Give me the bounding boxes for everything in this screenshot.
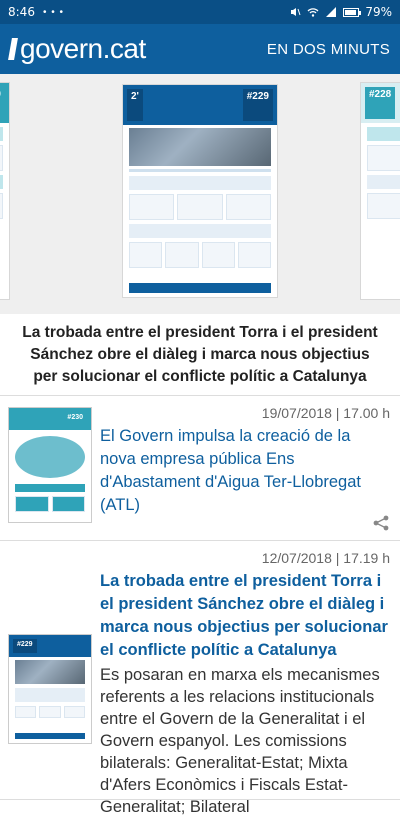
logo-dot: . [102, 33, 111, 64]
news-date: 12/07/2018 | 17.19 h [261, 550, 390, 566]
news-item[interactable]: 12/07/2018 | 17.19 h La trobada entre el… [0, 542, 400, 816]
logo-mark [8, 38, 18, 60]
infographic-photo [129, 128, 271, 166]
battery-icon [343, 7, 362, 17]
logo-text-tld: cat [109, 33, 146, 64]
news-title[interactable]: El Govern impulsa la creació de la nova … [100, 425, 388, 517]
slide-number: #228 [365, 87, 396, 119]
slide-number: #229 [242, 89, 273, 121]
app-bar: govern. cat EN DOS MINUTS [0, 24, 400, 74]
news-thumbnail[interactable]: #230 [8, 407, 92, 523]
carousel-caption-text: La trobada entre el president Torra i el… [22, 323, 378, 385]
logo-text-main: govern [20, 33, 103, 64]
carousel-slide-next[interactable]: #228 [360, 82, 400, 300]
status-icons: 79% [289, 5, 392, 19]
status-bar: 8:46 • • • 79% [0, 0, 400, 24]
signal-icon [326, 7, 337, 17]
battery-percent: 79% [365, 5, 392, 19]
wifi-icon [307, 8, 319, 17]
govern-logo[interactable]: govern. cat [8, 33, 146, 65]
carousel-slide-current[interactable]: 2' #229 [122, 84, 278, 298]
news-date: 19/07/2018 | 17.00 h [261, 405, 390, 421]
carousel-slide-prev[interactable]: #230 [0, 82, 10, 300]
slide-duration-label: 2' [127, 89, 143, 121]
news-summary: Es posaran en marxa els mecanismes refer… [100, 666, 380, 816]
news-item[interactable]: 19/07/2018 | 17.00 h #230 El Govern impu… [0, 397, 400, 541]
news-thumbnail[interactable]: #229 [8, 634, 92, 744]
slide-number: #230 [0, 87, 5, 119]
thumb-number: #229 [13, 639, 37, 653]
clock: 8:46 [8, 5, 35, 19]
mute-icon [291, 8, 301, 16]
news-title[interactable]: La trobada entre el president Torra i el… [100, 570, 388, 662]
share-icon[interactable] [372, 514, 390, 532]
thumb-number: #230 [63, 412, 87, 426]
carousel-caption[interactable]: La trobada entre el president Torra i el… [0, 314, 400, 396]
en-dos-minuts-button[interactable]: EN DOS MINUTS [267, 41, 390, 58]
notification-dots: • • • [42, 6, 65, 18]
featured-carousel[interactable]: #230 2' #229 #228 [0, 74, 400, 314]
